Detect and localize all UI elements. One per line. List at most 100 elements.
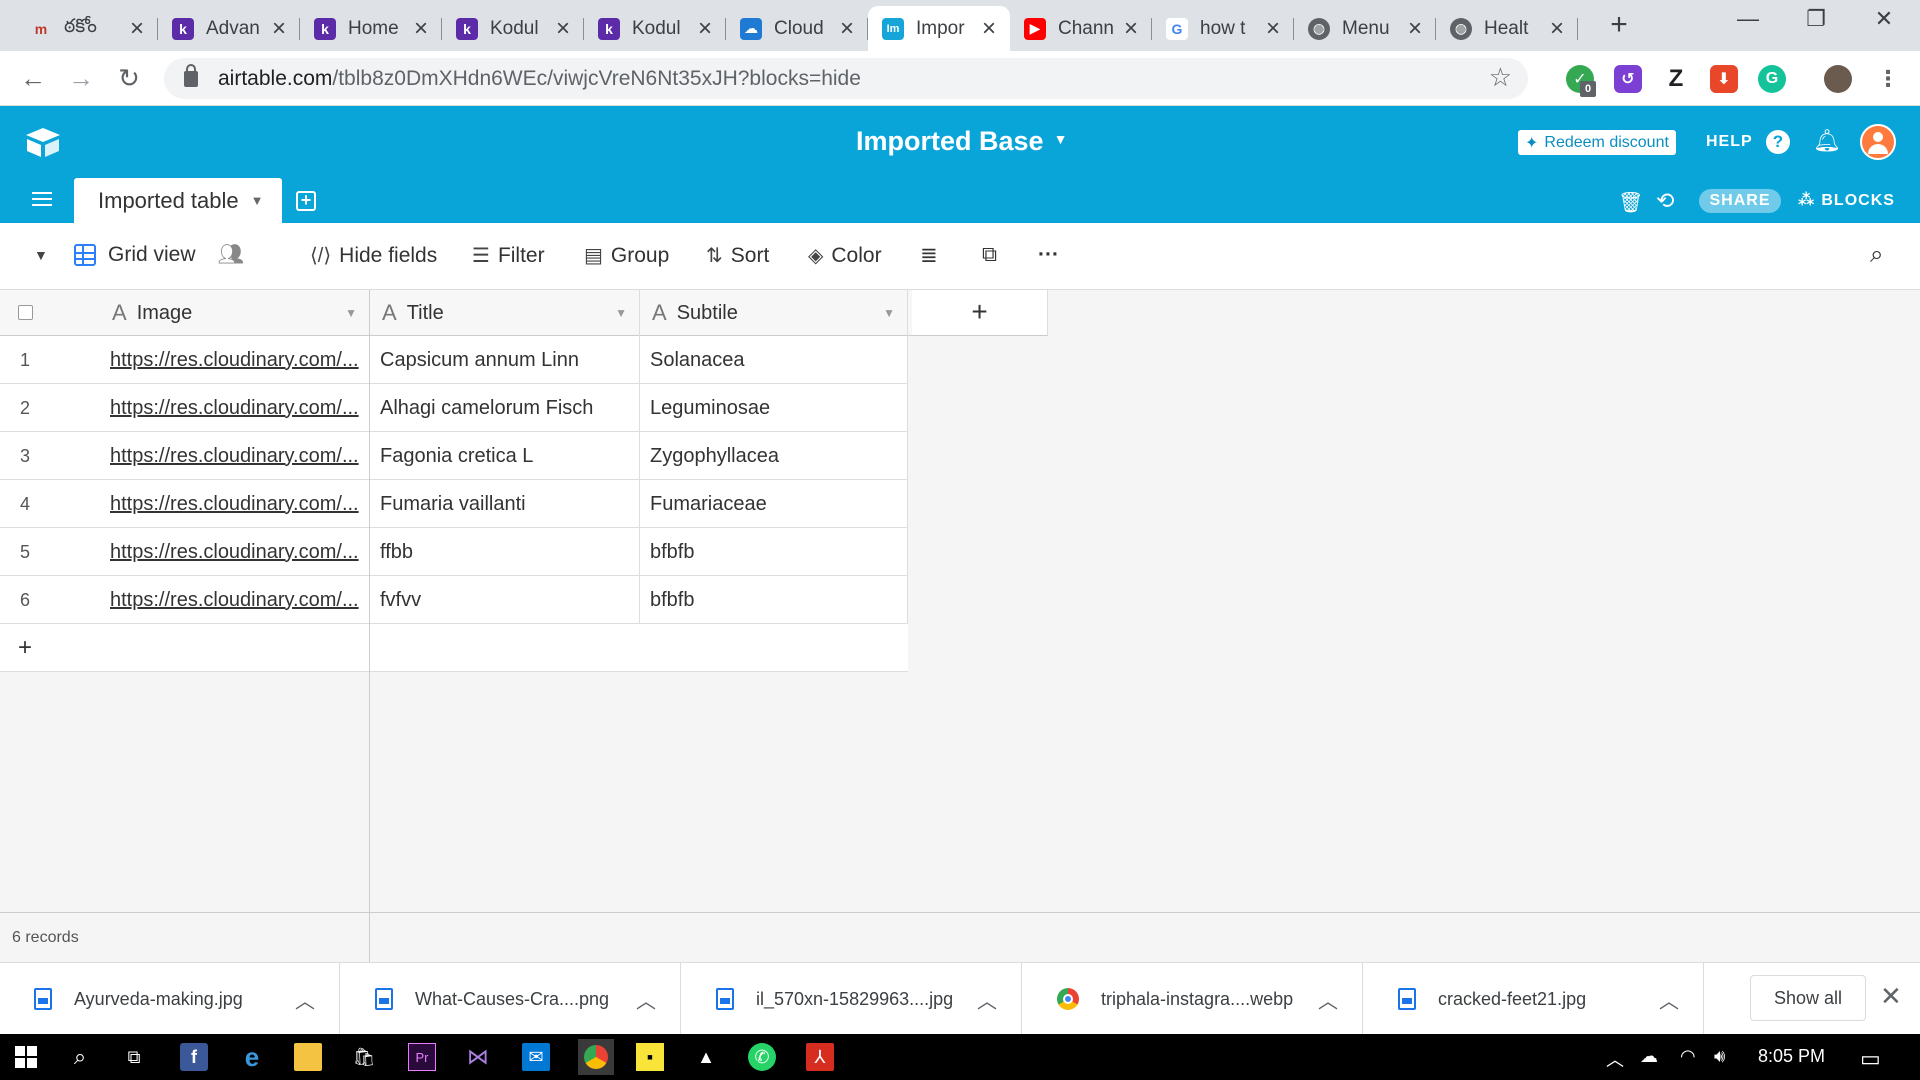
add-field-button[interactable]: + (912, 290, 1048, 336)
close-tab-icon[interactable]: × (1120, 15, 1142, 43)
omnibox[interactable]: airtable.com/tblb8z0DmXHdn6WEc/viwjcVreN… (164, 58, 1528, 99)
image-cell[interactable]: https://res.cloudinary.com/... (100, 432, 370, 480)
subtitle-cell[interactable]: Solanacea (640, 336, 908, 384)
bookmark-star-icon[interactable]: ☆ (1489, 62, 1512, 93)
blocks-button[interactable]: ⁂ BLOCKS (1798, 190, 1895, 210)
close-tab-icon[interactable]: × (1546, 15, 1568, 43)
image-cell[interactable]: https://res.cloudinary.com/... (100, 384, 370, 432)
grammarly-icon[interactable]: G (1758, 65, 1786, 93)
help-link[interactable]: HELP (1706, 133, 1753, 151)
cloud-sync-icon[interactable]: ☁ (1640, 1046, 1658, 1067)
facebook-app-icon[interactable]: f (180, 1043, 208, 1071)
help-icon[interactable]: ? (1766, 130, 1790, 154)
title-cell[interactable]: Alhagi camelorum Fisch (370, 384, 640, 432)
whatsapp-icon[interactable]: ✆ (748, 1043, 776, 1071)
chevron-up-icon[interactable]: ︿ (1659, 985, 1679, 1014)
download-item[interactable]: cracked-feet21.jpg ︿ (1364, 963, 1704, 1035)
color-button[interactable]: ◈ Color (808, 243, 882, 268)
close-shelf-icon[interactable]: ✕ (1880, 981, 1902, 1012)
search-icon[interactable]: ⌕ (1870, 241, 1883, 269)
chevron-down-icon[interactable]: ▼ (615, 306, 627, 320)
reload-icon[interactable]: ↻ (112, 61, 146, 95)
chevron-down-icon[interactable]: ▼ (345, 306, 357, 320)
column-header-image[interactable]: A Image ▼ (100, 290, 370, 336)
select-all-checkbox[interactable] (18, 305, 33, 320)
photos-icon[interactable]: ▲ (692, 1043, 720, 1071)
title-cell[interactable]: Fagonia cretica L (370, 432, 640, 480)
browser-tab[interactable]: Im Impor × (868, 6, 1010, 51)
download-item[interactable]: il_570xn-15829963....jpg ︿ (682, 963, 1022, 1035)
profile-avatar[interactable] (1824, 65, 1852, 93)
title-cell[interactable]: fvfvv (370, 576, 640, 624)
image-cell[interactable]: https://res.cloudinary.com/... (100, 480, 370, 528)
close-tab-icon[interactable]: × (410, 15, 432, 43)
close-tab-icon[interactable]: × (836, 15, 858, 43)
share-button[interactable]: SHARE (1699, 189, 1781, 213)
view-sidebar-toggle-icon[interactable]: ▼ (34, 247, 48, 263)
sticky-notes-icon[interactable]: ▪ (636, 1043, 664, 1071)
base-name[interactable]: Imported Base ▼ (856, 126, 1067, 157)
z-extension-icon[interactable]: Z (1662, 65, 1690, 93)
close-tab-icon[interactable]: × (126, 15, 148, 43)
share-view-icon[interactable]: ⧉ (982, 243, 997, 267)
mail-icon[interactable]: ✉ (522, 1043, 550, 1071)
close-tab-icon[interactable]: × (552, 15, 574, 43)
taskbar-search-icon[interactable]: ⌕ (66, 1043, 94, 1071)
back-icon[interactable]: ← (16, 61, 50, 95)
wifi-icon[interactable]: ◠ (1680, 1046, 1696, 1067)
hide-fields-button[interactable]: ⟨/⟩ Hide fields (310, 243, 437, 268)
browser-tab[interactable]: ◍ Menu × (1294, 6, 1436, 51)
close-tab-icon[interactable]: × (1404, 15, 1426, 43)
file-explorer-icon[interactable] (294, 1043, 322, 1071)
close-tab-icon[interactable]: × (694, 15, 716, 43)
table-row[interactable]: 5 https://res.cloudinary.com/... ffbb bfbfb (0, 528, 908, 576)
bell-icon[interactable]: 🔔︎ (1813, 128, 1841, 154)
maximize-icon[interactable]: ❐ (1786, 6, 1846, 32)
collaborators-icon[interactable]: 👥︎ (218, 243, 245, 267)
purple-extension-icon[interactable]: ↺ (1614, 65, 1642, 93)
chrome-menu-icon[interactable]: ⋮ (1874, 65, 1902, 93)
browser-tab[interactable]: ▶ Chann × (1010, 6, 1152, 51)
image-cell[interactable]: https://res.cloudinary.com/... (100, 528, 370, 576)
browser-tab[interactable]: k Home × (300, 6, 442, 51)
download-extension-icon[interactable]: ⬇ (1710, 65, 1738, 93)
group-button[interactable]: ▤ Group (584, 243, 669, 268)
column-header-subtile[interactable]: A Subtile ▼ (640, 290, 908, 336)
history-icon[interactable]: ⟲ (1656, 188, 1674, 214)
subtitle-cell[interactable]: bfbfb (640, 528, 908, 576)
browser-tab[interactable]: Ghow t × (1152, 6, 1294, 51)
browser-tab[interactable]: ◍ Healt × (1436, 6, 1578, 51)
image-cell[interactable]: https://res.cloudinary.com/... (100, 336, 370, 384)
add-record-icon[interactable]: + (18, 634, 32, 662)
new-tab-button[interactable]: + (1604, 8, 1634, 42)
image-cell[interactable]: https://res.cloudinary.com/... (100, 576, 370, 624)
table-row[interactable]: 6 https://res.cloudinary.com/... fvfvv bfbf… (0, 576, 908, 624)
browser-tab[interactable]: k Kodul × (442, 6, 584, 51)
title-cell[interactable]: Capsicum annum Linn (370, 336, 640, 384)
subtitle-cell[interactable]: Zygophyllacea (640, 432, 908, 480)
sort-button[interactable]: ⇅ Sort (706, 243, 769, 268)
subtitle-cell[interactable]: bfbfb (640, 576, 908, 624)
browser-tab[interactable]: k Kodul × (584, 6, 726, 51)
chevron-down-icon[interactable]: ▼ (883, 306, 895, 320)
title-cell[interactable]: ffbb (370, 528, 640, 576)
close-tab-icon[interactable]: × (1262, 15, 1284, 43)
forward-icon[interactable]: → (64, 61, 98, 95)
hamburger-menu-icon[interactable] (32, 192, 52, 206)
notifications-icon[interactable]: ▭ (1860, 1046, 1881, 1072)
close-window-icon[interactable]: ✕ (1854, 6, 1914, 32)
table-row[interactable]: 2 https://res.cloudinary.com/... Alhagi ca… (0, 384, 908, 432)
close-tab-icon[interactable]: × (978, 15, 1000, 43)
more-options-icon[interactable]: ··· (1038, 243, 1059, 267)
windows-start-icon[interactable] (12, 1043, 40, 1071)
edge-icon[interactable]: e (238, 1042, 266, 1072)
chevron-up-icon[interactable]: ︿ (636, 985, 656, 1014)
browser-tab[interactable]: k Advan × (158, 6, 300, 51)
show-all-button[interactable]: Show all (1750, 975, 1866, 1021)
visual-studio-icon[interactable]: ⋈ (464, 1043, 492, 1071)
filter-button[interactable]: ☰ Filter (472, 243, 545, 268)
download-item[interactable]: triphala-instagra....webp ︿ (1023, 963, 1363, 1035)
browser-tab[interactable]: m ఠకోం × (16, 6, 158, 51)
user-avatar[interactable] (1860, 124, 1896, 160)
row-height-icon[interactable]: ≣ (920, 243, 938, 268)
